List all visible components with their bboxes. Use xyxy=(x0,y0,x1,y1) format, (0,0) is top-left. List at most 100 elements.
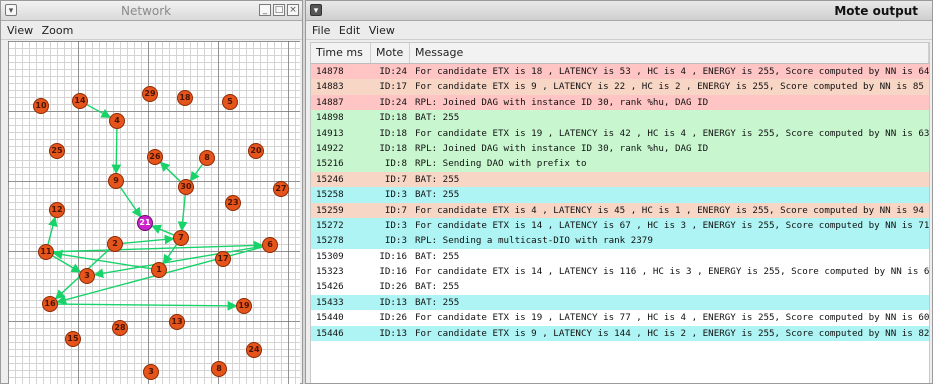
table-row[interactable]: 15440 ID:26 For candidate ETX is 19 , LAT… xyxy=(311,310,929,326)
table-row[interactable]: 14887 ID:24 RPL: Joined DAG with instance … xyxy=(311,94,929,111)
mote-node-21[interactable]: 21 xyxy=(137,215,153,231)
table-row[interactable]: 15216 ID:8 RPL: Sending DAO with prefix to xyxy=(311,156,929,172)
maximize-icon[interactable]: □ xyxy=(273,4,285,16)
cell-time: 15258 xyxy=(316,189,344,201)
mote-node-26[interactable]: 26 xyxy=(147,149,163,165)
mote-node-8[interactable]: 8 xyxy=(211,361,227,377)
mote-node-12[interactable]: 12 xyxy=(49,202,65,218)
cell-mote: ID:13 xyxy=(379,296,407,308)
column-header-message[interactable]: Message xyxy=(410,43,929,63)
table-row[interactable]: 14883 ID:17 For candidate ETX is 9 , LATE… xyxy=(311,79,929,95)
menu-zoom[interactable]: Zoom xyxy=(42,24,74,37)
minimize-icon[interactable]: _ xyxy=(259,4,271,16)
cell-message: For candidate ETX is 9 , LATENCY is 22 ,… xyxy=(415,81,924,93)
cell-message: For candidate ETX is 19 , LATENCY is 42 … xyxy=(415,127,929,139)
menu-edit[interactable]: Edit xyxy=(339,24,360,37)
table-row[interactable]: 14878 ID:24 For candidate ETX is 18 , LAT… xyxy=(311,64,929,80)
table-row[interactable]: 15309 ID:16 BAT: 255 xyxy=(311,248,929,265)
menu-view[interactable]: View xyxy=(369,24,395,37)
mote-output-menubar: File Edit View xyxy=(306,21,932,40)
menu-view[interactable]: View xyxy=(7,24,33,37)
mote-node-17[interactable]: 17 xyxy=(215,251,231,267)
menu-file[interactable]: File xyxy=(312,24,330,37)
mote-node-8[interactable]: 8 xyxy=(199,150,215,166)
table-row[interactable]: 15272 ID:3 For candidate ETX is 14 , LATE… xyxy=(311,217,929,234)
cell-time: 15272 xyxy=(316,219,344,231)
table-row[interactable]: 15426 ID:26 BAT: 255 xyxy=(311,279,929,295)
mote-node-2[interactable]: 2 xyxy=(107,236,123,252)
mote-node-7[interactable]: 7 xyxy=(173,230,189,246)
mote-node-30[interactable]: 30 xyxy=(178,179,194,195)
cell-message: For candidate ETX is 19 , LATENCY is 77 … xyxy=(415,312,929,324)
mote-node-25[interactable]: 25 xyxy=(49,143,65,159)
mote-node-29[interactable]: 29 xyxy=(142,86,158,102)
table-row[interactable]: 15433 ID:13 BAT: 255 xyxy=(311,294,929,311)
column-header-time[interactable]: Time ms xyxy=(311,43,371,63)
table-row[interactable]: 15323 ID:16 For candidate ETX is 14 , LAT… xyxy=(311,264,929,280)
cell-mote: ID:18 xyxy=(379,142,407,154)
window-menu-icon[interactable]: ▾ xyxy=(310,4,322,16)
mote-node-5[interactable]: 5 xyxy=(222,94,238,110)
column-header-mote[interactable]: Mote xyxy=(371,43,410,63)
link-15 xyxy=(52,255,82,273)
table-row[interactable]: 15258 ID:3 BAT: 255 xyxy=(311,187,929,203)
mote-node-20[interactable]: 20 xyxy=(248,143,264,159)
network-canvas[interactable]: 10 14 29 18 5 4 25 26 8 20 9 30 27 12 23 21 7 2 6 11 17 1 3 16 1… xyxy=(8,41,300,384)
table-row[interactable]: 14898 ID:18 BAT: 255 xyxy=(311,110,929,126)
link-0 xyxy=(86,104,112,118)
mote-node-19[interactable]: 19 xyxy=(236,298,252,314)
table-row[interactable]: 15246 ID:7 BAT: 255 xyxy=(311,171,929,188)
window-menu-icon[interactable]: ▾ xyxy=(5,4,17,16)
mote-node-4[interactable]: 4 xyxy=(109,113,125,129)
link-7 xyxy=(122,234,175,245)
cell-time: 15323 xyxy=(316,266,344,278)
cell-time: 15259 xyxy=(316,204,344,216)
cell-message: For candidate ETX is 14 , LATENCY is 67 … xyxy=(415,219,929,231)
mote-node-10[interactable]: 10 xyxy=(33,98,49,114)
mote-node-24[interactable]: 24 xyxy=(246,342,262,358)
mote-node-16[interactable]: 16 xyxy=(42,296,58,312)
mote-output-titlebar[interactable]: ▾ Mote output xyxy=(306,1,932,21)
mote-node-23[interactable]: 23 xyxy=(225,195,241,211)
mote-node-1[interactable]: 1 xyxy=(151,262,167,278)
cell-time: 14878 xyxy=(316,66,344,77)
cell-mote: ID:8 xyxy=(384,158,407,170)
table-row[interactable]: 15446 ID:13 For candidate ETX is 9 , LATE… xyxy=(311,325,929,342)
table-row[interactable]: 14922 ID:18 RPL: Joined DAG with instance … xyxy=(311,140,929,157)
cell-time: 15309 xyxy=(316,250,344,262)
cell-time: 15216 xyxy=(316,158,344,170)
mote-node-6[interactable]: 6 xyxy=(262,237,278,253)
close-icon[interactable]: × xyxy=(287,4,299,16)
table-row[interactable]: 14913 ID:18 For candidate ETX is 19 , LAT… xyxy=(311,125,929,141)
cell-mote: ID:7 xyxy=(384,204,407,216)
link-2 xyxy=(119,187,142,218)
cell-mote: ID:3 xyxy=(384,235,407,247)
mote-output-table[interactable]: Time ms Mote Message 14878 ID:24 For cand… xyxy=(310,42,930,383)
cell-mote: ID:26 xyxy=(379,281,407,293)
mote-node-11[interactable]: 11 xyxy=(38,244,54,260)
mote-node-18[interactable]: 18 xyxy=(177,90,193,106)
mote-node-27[interactable]: 27 xyxy=(273,181,289,197)
network-titlebar[interactable]: ▾ Network _ □ × xyxy=(1,1,302,21)
mote-node-9[interactable]: 9 xyxy=(108,173,124,189)
mote-node-28[interactable]: 28 xyxy=(112,320,128,336)
network-title: Network xyxy=(121,4,172,18)
table-body: 14878 ID:24 For candidate ETX is 18 , LAT… xyxy=(311,64,929,342)
mote-node-3[interactable]: 3 xyxy=(79,268,95,284)
cell-mote: ID:26 xyxy=(379,312,407,324)
cell-message: For candidate ETX is 18 , LATENCY is 53 … xyxy=(415,66,929,77)
cell-message: For candidate ETX is 14 , LATENCY is 116… xyxy=(415,266,929,278)
mote-node-3[interactable]: 3 xyxy=(143,364,159,380)
cell-message: BAT: 255 xyxy=(415,281,460,293)
link-3 xyxy=(151,224,174,236)
cell-time: 15246 xyxy=(316,173,344,185)
cell-mote: ID:16 xyxy=(379,250,407,262)
mote-node-13[interactable]: 13 xyxy=(169,314,185,330)
link-14 xyxy=(93,245,263,279)
cell-message: BAT: 255 xyxy=(415,189,460,201)
mote-node-14[interactable]: 14 xyxy=(72,93,88,109)
link-11 xyxy=(53,240,264,253)
mote-node-15[interactable]: 15 xyxy=(65,331,81,347)
table-row[interactable]: 15259 ID:7 For candidate ETX is 4 , LATEN… xyxy=(311,202,929,218)
table-row[interactable]: 15278 ID:3 RPL: Sending a multicast-DIO wi… xyxy=(311,233,929,249)
